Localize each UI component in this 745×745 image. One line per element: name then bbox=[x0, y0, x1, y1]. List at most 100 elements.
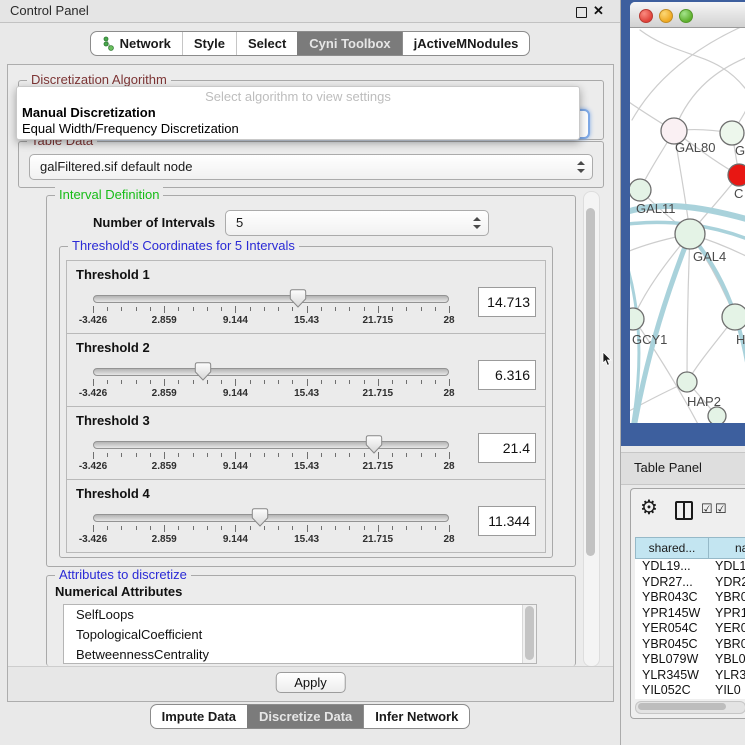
tick-mark bbox=[250, 526, 251, 530]
table-header-row: shared...na bbox=[635, 537, 745, 559]
table-row[interactable]: YIL052CYIL0 bbox=[635, 683, 745, 699]
tab-impute-data[interactable]: Impute Data bbox=[151, 705, 247, 728]
network-node-hap2[interactable] bbox=[677, 372, 697, 392]
checkbox-icon[interactable]: ☑ bbox=[701, 501, 713, 517]
gear-icon[interactable]: ⚙ bbox=[640, 497, 658, 519]
content-scrollbar[interactable] bbox=[583, 191, 600, 667]
threshold-value-field[interactable] bbox=[478, 506, 536, 536]
algorithm-option-manual-discretization[interactable]: Manual Discretization bbox=[17, 105, 579, 121]
node-label-ga: GA bbox=[735, 143, 745, 158]
network-node-h[interactable] bbox=[722, 304, 745, 330]
tick-label: 28 bbox=[443, 315, 454, 326]
tab-label: Impute Data bbox=[162, 709, 236, 724]
table-header-cell[interactable]: shared... bbox=[635, 537, 709, 559]
checkbox-icon[interactable]: ☑ bbox=[715, 501, 727, 517]
threshold-coordinates-title: Threshold's Coordinates for 5 Intervals bbox=[68, 238, 299, 253]
tick-mark bbox=[321, 380, 322, 384]
table-row[interactable]: YBL079WYBL0 bbox=[635, 652, 745, 668]
zoom-traffic-light-icon[interactable] bbox=[679, 9, 693, 23]
tick-mark bbox=[207, 453, 208, 457]
column-layout-icon[interactable] bbox=[675, 501, 693, 520]
tick-label: 2.859 bbox=[152, 388, 177, 399]
tab-select[interactable]: Select bbox=[236, 32, 297, 55]
tab-style[interactable]: Style bbox=[182, 32, 236, 55]
tab-discretize-data[interactable]: Discretize Data bbox=[247, 705, 363, 728]
table-row[interactable]: YER054CYER0 bbox=[635, 621, 745, 637]
tick-mark bbox=[335, 380, 336, 384]
numerical-attributes-list[interactable]: SelfLoopsTopologicalCoefficientBetweenne… bbox=[63, 604, 537, 664]
tick-mark bbox=[378, 379, 379, 386]
network-edge[interactable] bbox=[640, 30, 745, 95]
threshold-slider[interactable]: -3.4262.8599.14415.4321.71528 bbox=[93, 368, 449, 400]
network-canvas[interactable]: GAL80GACGAL11GAL4GCY1HHAP2 bbox=[630, 28, 745, 423]
threshold-row-4: Threshold 4-3.4262.8599.14415.4321.71528 bbox=[66, 479, 546, 553]
threshold-row-2: Threshold 2-3.4262.8599.14415.4321.71528 bbox=[66, 333, 546, 407]
attribute-item-topologicalcoefficient[interactable]: TopologicalCoefficient bbox=[64, 625, 536, 645]
close-traffic-light-icon[interactable] bbox=[639, 9, 653, 23]
tick-mark bbox=[178, 526, 179, 530]
table-data-combobox-value: galFiltered.sif default node bbox=[40, 155, 192, 179]
tab-label: Network bbox=[120, 36, 171, 51]
tab-network[interactable]: Network bbox=[91, 32, 182, 55]
tick-mark bbox=[93, 525, 94, 532]
network-edge[interactable] bbox=[674, 56, 745, 131]
slider-track[interactable] bbox=[93, 514, 449, 522]
network-node-gcy1[interactable] bbox=[630, 308, 644, 330]
tick-mark bbox=[193, 380, 194, 384]
slider-tick-labels: -3.4262.8599.14415.4321.71528 bbox=[93, 534, 449, 546]
attribute-item-betweennesscentrality[interactable]: BetweennessCentrality bbox=[64, 645, 536, 664]
slider-track[interactable] bbox=[93, 295, 449, 303]
tick-label: 15.43 bbox=[294, 388, 319, 399]
minimize-traffic-light-icon[interactable] bbox=[659, 9, 673, 23]
network-node-ga[interactable] bbox=[720, 121, 744, 145]
network-edge[interactable] bbox=[687, 234, 690, 382]
tab-jactivemnodules[interactable]: jActiveMNodules bbox=[402, 32, 530, 55]
table-row[interactable]: YBR045CYBR0 bbox=[635, 637, 745, 653]
tick-mark bbox=[406, 453, 407, 457]
tick-mark bbox=[107, 307, 108, 311]
tick-label: 15.43 bbox=[294, 534, 319, 545]
threshold-body: -3.4262.8599.14415.4321.71528 bbox=[67, 287, 545, 331]
attribute-item-selfloops[interactable]: SelfLoops bbox=[64, 605, 536, 625]
close-window-icon[interactable]: ✕ bbox=[593, 0, 604, 22]
table-row[interactable]: YDL19...YDL1 bbox=[635, 559, 745, 575]
threshold-slider[interactable]: -3.4262.8599.14415.4321.71528 bbox=[93, 441, 449, 473]
attributes-scrollbar-thumb[interactable] bbox=[525, 606, 534, 660]
network-node-gal4[interactable] bbox=[675, 219, 705, 249]
tab-cyni-toolbox[interactable]: Cyni Toolbox bbox=[297, 32, 401, 55]
tab-label: Infer Network bbox=[375, 709, 458, 724]
table-header-cell[interactable]: na bbox=[709, 537, 745, 559]
table-hscrollbar[interactable] bbox=[635, 701, 745, 714]
algorithm-option-equal-width-frequency-discretization[interactable]: Equal Width/Frequency Discretization bbox=[17, 121, 579, 137]
threshold-value-field[interactable] bbox=[478, 433, 536, 463]
slider-track[interactable] bbox=[93, 441, 449, 449]
tick-mark bbox=[307, 379, 308, 386]
threshold-slider[interactable]: -3.4262.8599.14415.4321.71528 bbox=[93, 295, 449, 327]
table-row[interactable]: YDR27...YDR2 bbox=[635, 575, 745, 591]
table-row[interactable]: YBR043CYBR0 bbox=[635, 590, 745, 606]
number-of-intervals-combobox[interactable]: 5 bbox=[225, 210, 489, 236]
network-node-red-node[interactable] bbox=[728, 164, 745, 186]
network-edge[interactable] bbox=[632, 28, 745, 120]
table-row[interactable]: YLR345WYLR3 bbox=[635, 668, 745, 684]
network-node-partial-node[interactable] bbox=[708, 407, 726, 423]
table-data-combobox[interactable]: galFiltered.sif default node bbox=[29, 154, 593, 180]
slider-track[interactable] bbox=[93, 368, 449, 376]
content-scrollbar-thumb[interactable] bbox=[586, 208, 595, 556]
table-hscrollbar-thumb[interactable] bbox=[638, 703, 726, 710]
tab-infer-network[interactable]: Infer Network bbox=[363, 705, 469, 728]
tick-mark bbox=[321, 453, 322, 457]
threshold-value-field[interactable] bbox=[478, 360, 536, 390]
top-tab-group: Network StyleSelectCyni ToolboxjActiveMNo… bbox=[90, 31, 531, 56]
table-row[interactable]: YPR145WYPR1 bbox=[635, 606, 745, 622]
threshold-slider[interactable]: -3.4262.8599.14415.4321.71528 bbox=[93, 514, 449, 546]
apply-button[interactable]: Apply bbox=[275, 672, 346, 693]
float-window-icon[interactable] bbox=[576, 7, 587, 18]
attributes-scrollbar[interactable] bbox=[522, 605, 536, 663]
threshold-value-field[interactable] bbox=[478, 287, 536, 317]
tick-label: 21.715 bbox=[363, 315, 394, 326]
combo-stepper-icon bbox=[472, 217, 481, 229]
network-node-gal11[interactable] bbox=[630, 179, 651, 201]
tick-mark bbox=[93, 306, 94, 313]
slider-ticks bbox=[93, 379, 449, 387]
